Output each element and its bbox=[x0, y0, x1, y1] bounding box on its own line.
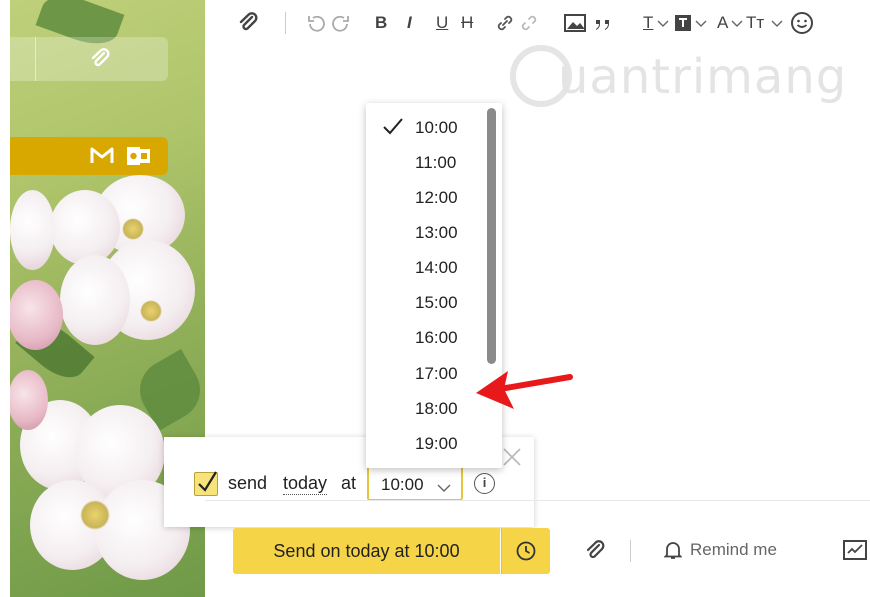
time-option[interactable]: 12:00 bbox=[366, 179, 502, 214]
time-option-label: 11:00 bbox=[415, 153, 457, 172]
time-option[interactable]: 19:00 bbox=[366, 425, 502, 460]
time-option-label: 16:00 bbox=[415, 328, 458, 347]
window-edge bbox=[0, 0, 10, 597]
quote-icon[interactable] bbox=[593, 10, 615, 36]
time-option[interactable]: 11:00 bbox=[366, 144, 502, 179]
time-option-label: 19:00 bbox=[415, 434, 458, 453]
clock-icon bbox=[516, 541, 536, 561]
undo-icon[interactable] bbox=[305, 10, 327, 36]
chevron-down-icon[interactable] bbox=[657, 10, 669, 36]
emoji-icon[interactable] bbox=[790, 10, 814, 36]
toolbar-divider bbox=[285, 12, 286, 34]
time-option[interactable]: 10:00 bbox=[366, 109, 502, 144]
bold-button[interactable]: B bbox=[375, 10, 387, 36]
info-icon[interactable]: i bbox=[474, 473, 495, 494]
day-selector[interactable]: today bbox=[283, 473, 328, 495]
send-button[interactable]: Send on today at 10:00 bbox=[233, 528, 500, 574]
text-format-button[interactable]: T bbox=[643, 10, 653, 36]
time-select[interactable]: 10:00 bbox=[367, 465, 463, 501]
time-option-label: 13:00 bbox=[415, 223, 458, 242]
toolbar-divider bbox=[630, 540, 631, 562]
time-option-label: 12:00 bbox=[415, 188, 458, 207]
font-color-button[interactable]: A bbox=[717, 10, 728, 36]
dropdown-scrollbar[interactable] bbox=[487, 108, 496, 364]
petal-decoration bbox=[10, 190, 55, 270]
time-option-label: 18:00 bbox=[415, 399, 458, 418]
italic-button[interactable]: I bbox=[407, 10, 412, 36]
petal-decoration bbox=[50, 190, 120, 265]
chevron-down-icon bbox=[437, 478, 451, 498]
send-later-checkbox[interactable] bbox=[194, 471, 218, 496]
attach-file-icon[interactable] bbox=[583, 539, 607, 568]
image-icon[interactable] bbox=[564, 10, 586, 36]
stamen-decoration bbox=[80, 500, 110, 530]
remind-me-button[interactable]: Remind me bbox=[664, 540, 777, 560]
underline-button[interactable]: U bbox=[436, 10, 448, 36]
time-option-label: 15:00 bbox=[415, 293, 458, 312]
stamen-decoration bbox=[140, 300, 162, 322]
editor-toolbar: B I U H T A Tт bbox=[230, 6, 870, 40]
red-arrow-annotation bbox=[470, 365, 574, 418]
time-option[interactable]: 15:00 bbox=[366, 284, 502, 319]
chevron-down-icon[interactable] bbox=[695, 10, 707, 36]
checkmark-icon bbox=[382, 117, 404, 142]
text-case-button[interactable]: Tт bbox=[746, 10, 764, 36]
divider bbox=[35, 37, 36, 81]
petal-decoration bbox=[8, 280, 63, 350]
paperclip-icon[interactable] bbox=[88, 47, 112, 76]
strikethrough-button[interactable]: H bbox=[461, 10, 473, 36]
sidebar-attach-bar[interactable] bbox=[10, 37, 168, 81]
attach-icon[interactable] bbox=[236, 10, 260, 36]
text-highlight-icon[interactable] bbox=[673, 10, 693, 36]
time-option-label: 14:00 bbox=[415, 258, 458, 277]
at-label: at bbox=[341, 473, 357, 493]
gmail-icon[interactable] bbox=[90, 145, 114, 172]
watermark-text: uantrimang bbox=[558, 49, 848, 105]
schedule-button[interactable] bbox=[501, 528, 550, 574]
time-option-label: 10:00 bbox=[415, 118, 458, 137]
sidebar-import-bar[interactable] bbox=[10, 137, 168, 175]
close-icon[interactable] bbox=[500, 445, 524, 469]
chevron-down-icon[interactable] bbox=[731, 10, 743, 36]
stamen-decoration bbox=[122, 218, 144, 240]
remind-me-label: Remind me bbox=[690, 540, 777, 559]
link-icon[interactable] bbox=[494, 10, 516, 36]
unlink-icon[interactable] bbox=[518, 10, 540, 36]
bell-icon bbox=[664, 542, 682, 559]
chevron-down-icon[interactable] bbox=[771, 10, 783, 36]
petal-decoration bbox=[8, 370, 48, 430]
watermark-logo: uantrimang bbox=[510, 45, 846, 115]
compose-divider bbox=[205, 500, 870, 501]
time-option-label: 17:00 bbox=[415, 364, 458, 383]
petal-decoration bbox=[60, 255, 130, 345]
outlook-icon[interactable] bbox=[126, 145, 152, 172]
redo-icon[interactable] bbox=[330, 10, 352, 36]
time-select-value: 10:00 bbox=[381, 475, 424, 494]
time-option[interactable]: 13:00 bbox=[366, 214, 502, 249]
time-option[interactable]: 16:00 bbox=[366, 319, 502, 354]
time-option[interactable]: 14:00 bbox=[366, 249, 502, 284]
template-icon[interactable] bbox=[843, 539, 867, 566]
send-label: send bbox=[228, 473, 268, 493]
